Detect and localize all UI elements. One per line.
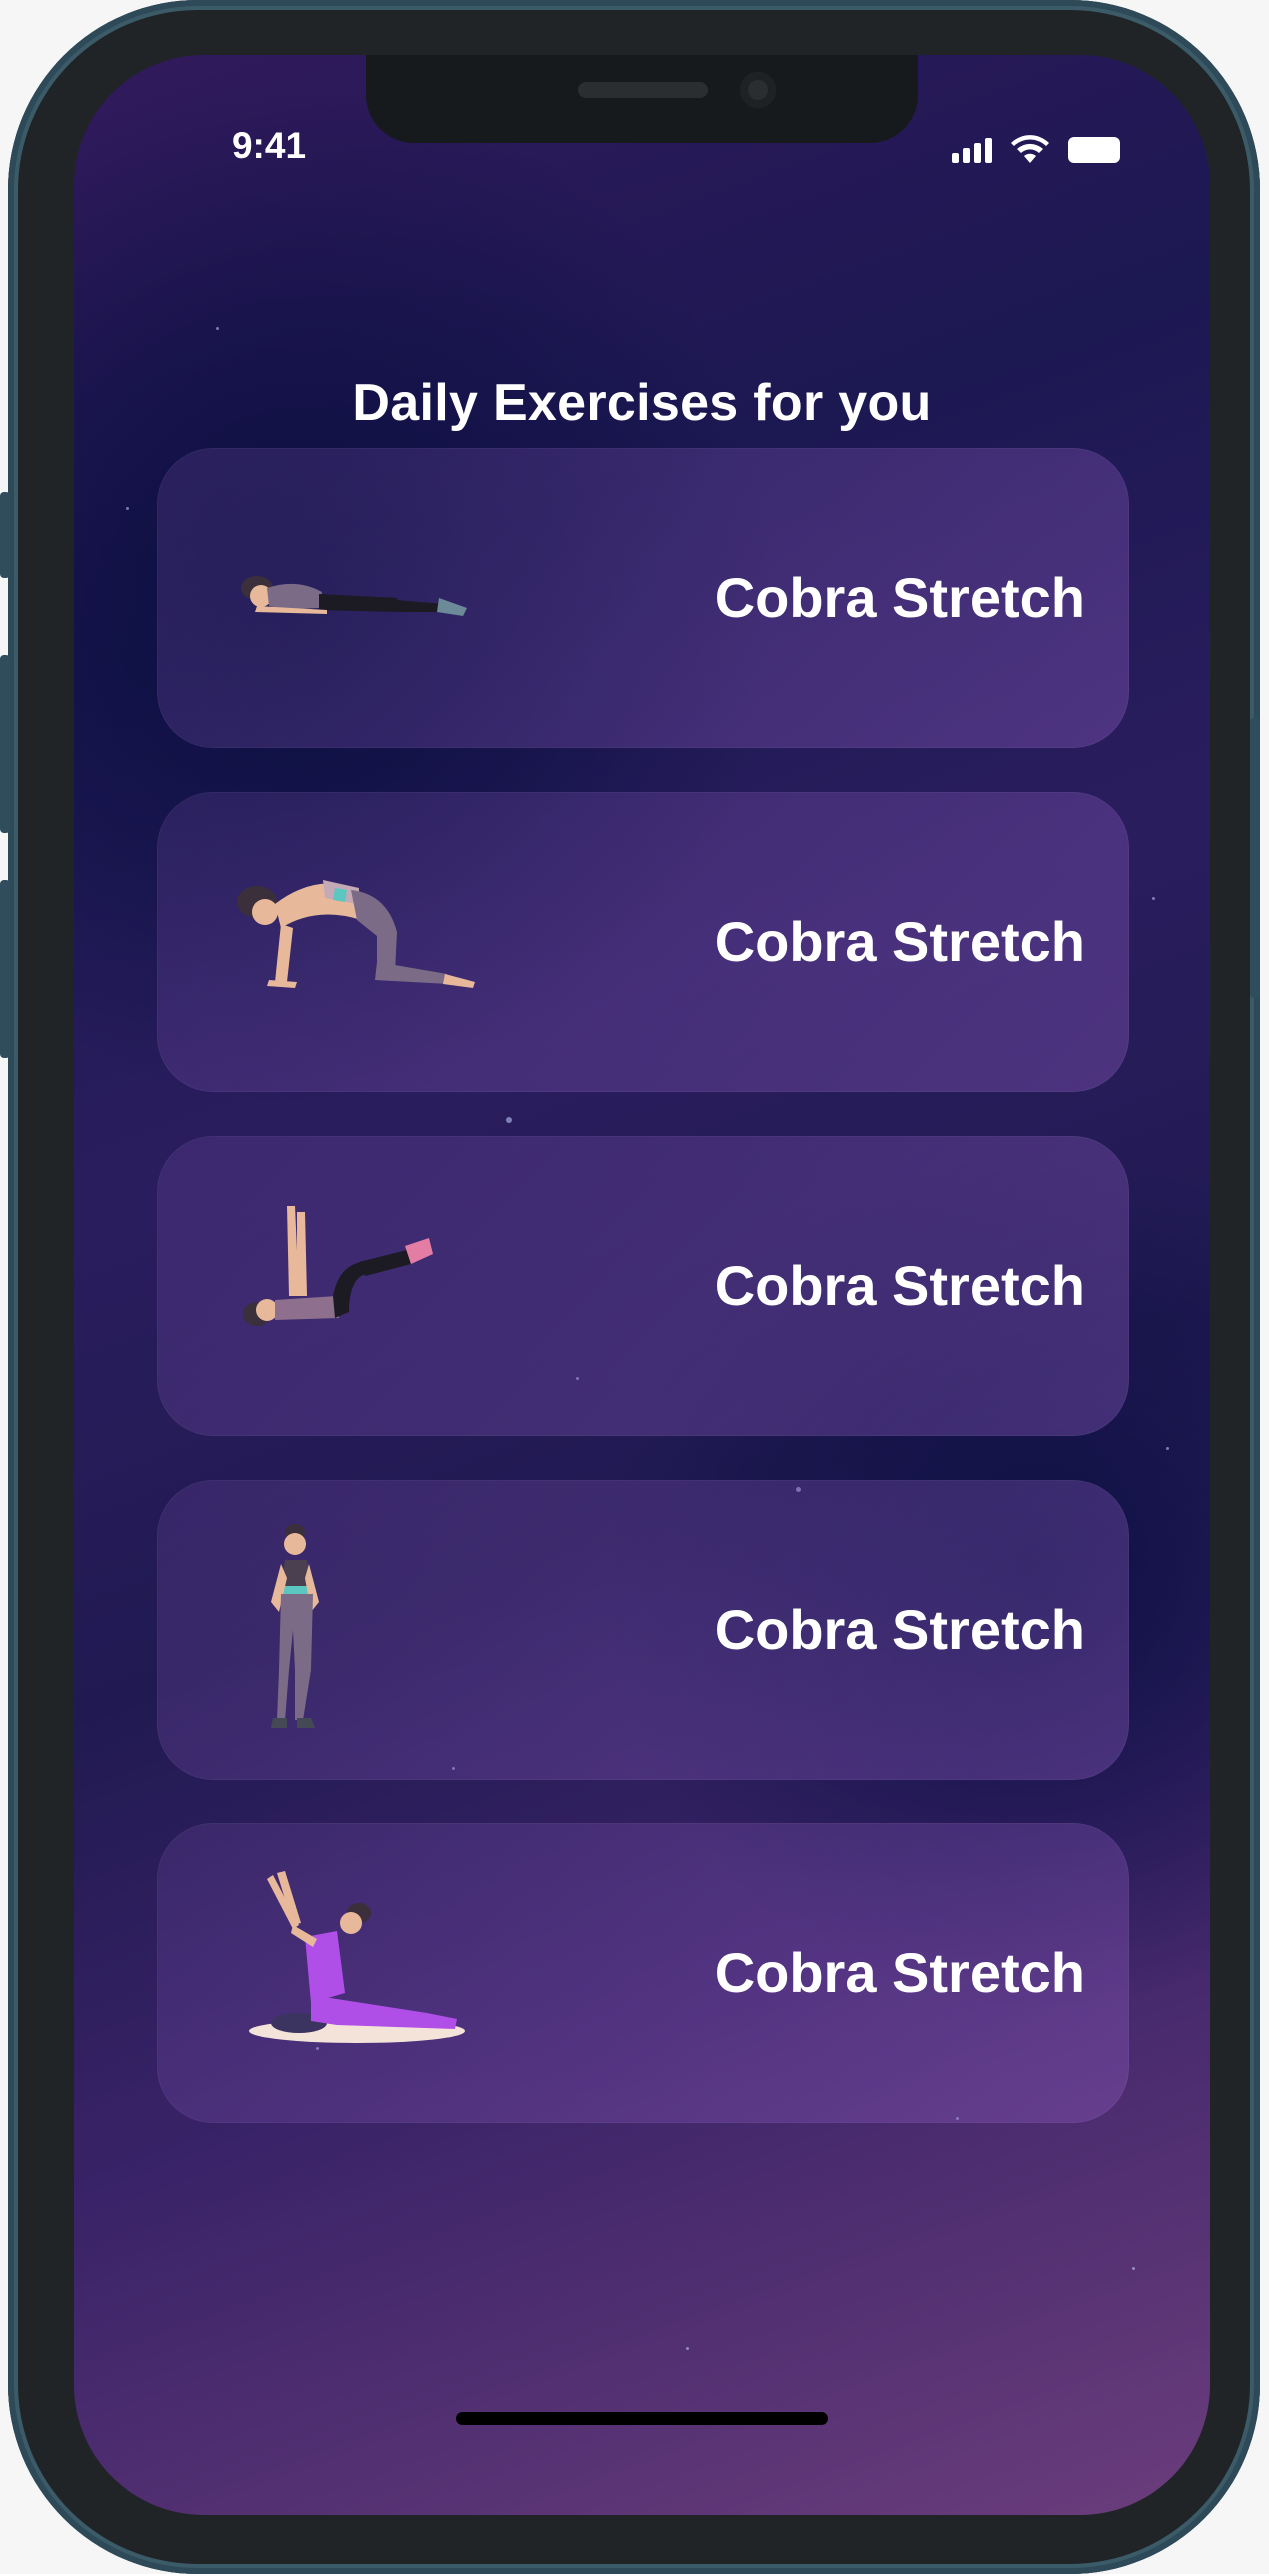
seated-stretch-figure-icon xyxy=(249,1871,465,2043)
leg-raise-figure-icon xyxy=(243,1206,433,1326)
app-screen: 9:41 Daily Exercises for you Cobra Stret… xyxy=(74,55,1210,2515)
exercise-card[interactable]: Cobra Stretch xyxy=(157,1823,1129,2123)
exercise-title: Cobra Stretch xyxy=(714,1598,1085,1661)
mute-switch xyxy=(0,492,10,578)
exercise-title: Cobra Stretch xyxy=(714,910,1085,973)
battery-icon xyxy=(1068,137,1120,163)
exercise-card[interactable]: Cobra Stretch xyxy=(157,792,1129,1092)
wifi-icon xyxy=(1011,135,1049,163)
status-time: 9:41 xyxy=(231,125,307,166)
standing-figure-icon xyxy=(271,1524,319,1728)
exercise-title: Cobra Stretch xyxy=(714,1254,1085,1317)
background-star xyxy=(1166,1447,1169,1450)
speaker-grille xyxy=(578,82,708,98)
status-icons xyxy=(952,133,1120,167)
volume-down-button xyxy=(0,880,10,1058)
background-star xyxy=(686,2347,689,2350)
exercise-title: Cobra Stretch xyxy=(714,1941,1085,2004)
cellular-signal-icon xyxy=(952,137,992,163)
background-star xyxy=(216,327,219,330)
page-title: Daily Exercises for you xyxy=(352,374,932,432)
background-star xyxy=(1152,897,1155,900)
exercise-card[interactable]: Cobra Stretch xyxy=(157,1136,1129,1436)
power-button xyxy=(1250,718,1260,998)
background-star xyxy=(506,1117,512,1123)
exercise-card[interactable]: Cobra Stretch xyxy=(157,448,1129,748)
background-star xyxy=(1132,2267,1135,2270)
background-star xyxy=(126,507,129,510)
phone-frame: 9:41 Daily Exercises for you Cobra Stret… xyxy=(0,0,1260,2574)
exercise-title: Cobra Stretch xyxy=(714,566,1085,629)
prone-lying-figure-icon xyxy=(241,576,467,616)
notch xyxy=(366,55,918,143)
volume-up-button xyxy=(0,655,10,833)
exercise-card[interactable]: Cobra Stretch xyxy=(157,1480,1129,1780)
home-indicator[interactable] xyxy=(456,2412,828,2425)
front-camera xyxy=(740,72,776,108)
cat-cow-pose-figure-icon xyxy=(237,880,475,988)
